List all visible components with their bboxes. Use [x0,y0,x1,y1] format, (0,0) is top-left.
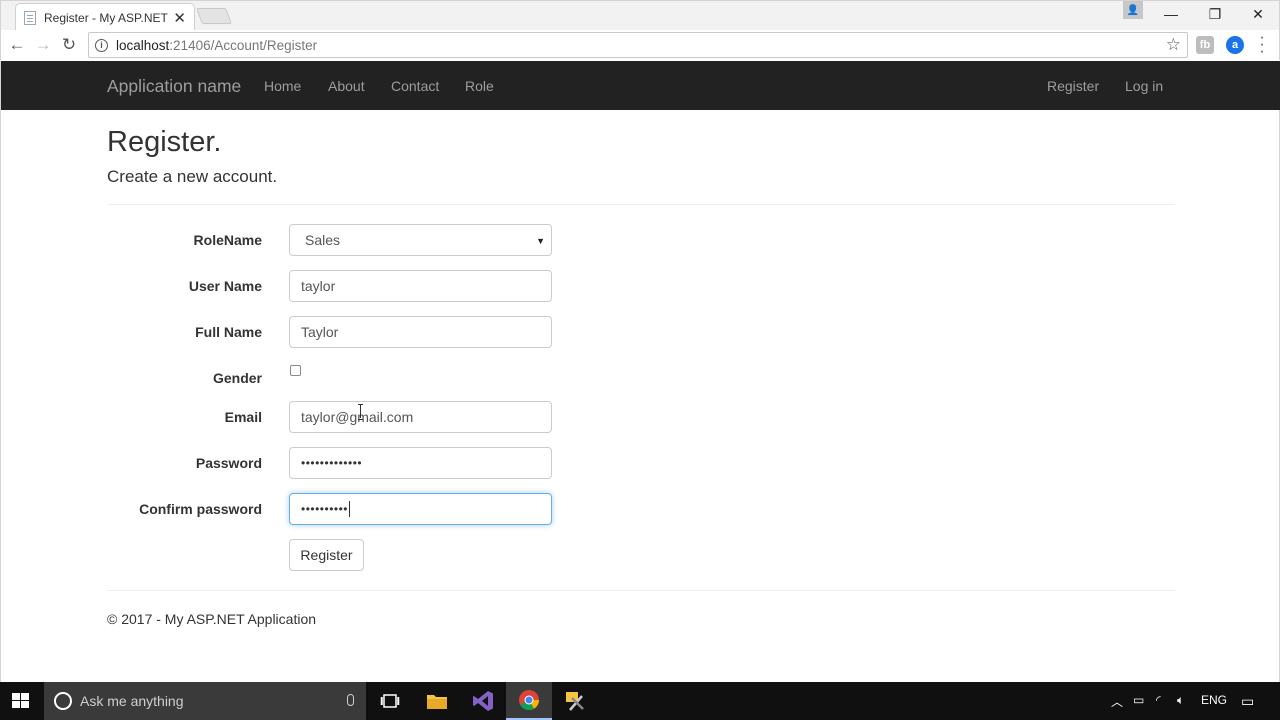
visual-studio-icon[interactable] [460,682,506,720]
restore-button[interactable]: ❐ [1193,1,1237,27]
wifi-icon[interactable]: ◜ [1156,693,1161,707]
extension-a-icon[interactable]: a [1226,36,1244,54]
page-content: Register. Create a new account. RoleName… [0,110,1280,682]
profile-icon[interactable]: 👤 [1123,1,1143,19]
page-favicon-icon [24,10,36,25]
language-indicator[interactable]: ENG [1201,693,1227,707]
username-value: taylor [301,278,336,294]
footer-copyright: © 2017 - My ASP.NET Application [107,611,317,627]
password-input[interactable]: ••••••••••••• [289,447,552,479]
forward-arrow-icon[interactable]: → [32,34,54,56]
fullname-value: Taylor [301,324,339,340]
fullname-label: Full Name [195,324,262,340]
battery-icon[interactable]: ▭ [1133,693,1144,707]
minimize-button[interactable]: — [1149,1,1193,27]
confirm-password-label: Confirm password [139,501,262,517]
file-explorer-icon[interactable] [414,682,460,720]
nav-link-contact[interactable]: Contact [391,78,439,94]
action-center-icon[interactable]: ▭ [1241,693,1254,710]
nav-link-role[interactable]: Role [465,78,494,94]
nav-link-register[interactable]: Register [1047,78,1099,94]
taskbar-search-placeholder: Ask me anything [80,693,184,709]
task-view-icon[interactable] [367,682,413,720]
role-select[interactable]: Sales ▼ [289,224,552,256]
confirm-password-value: •••••••••• [301,502,349,516]
extension-icon[interactable]: fb [1196,36,1214,54]
windows-start-icon[interactable] [12,693,30,709]
back-arrow-icon[interactable]: ← [6,34,28,56]
email-label: Email [224,409,262,425]
cortana-icon [54,692,72,710]
browser-menu-icon[interactable]: · · · [1257,30,1267,60]
confirm-password-input[interactable]: •••••••••• [289,493,552,525]
email-input[interactable]: taylor@gmail.com [289,401,552,433]
gender-label: Gender [212,370,262,386]
fullname-input[interactable]: Taylor [289,316,552,348]
site-navbar: Application name Home About Contact Role… [0,61,1280,110]
taskbar-search-box[interactable]: Ask me anything [44,682,366,720]
chevron-up-icon[interactable]: ︿ [1111,693,1123,710]
url-host: localhost [116,37,170,53]
tools-app-icon[interactable] [552,682,598,720]
text-caret [349,501,351,517]
reload-icon[interactable]: ↻ [58,34,80,56]
role-select-value: Sales [305,232,341,248]
address-bar[interactable]: i localhost:21406/Account/Register ☆ [88,32,1188,58]
nav-link-home[interactable]: Home [264,78,301,94]
close-window-button[interactable]: ✕ [1236,1,1280,27]
chrome-icon[interactable] [506,682,552,720]
header-divider [107,204,1175,205]
username-label: User Name [188,278,262,294]
ibeam-cursor-icon [358,404,363,420]
nav-link-about[interactable]: About [328,78,365,94]
register-button[interactable]: Register [289,539,364,571]
volume-icon[interactable]: 🔈︎ [1177,693,1184,708]
footer-divider [107,590,1175,591]
new-tab-button[interactable] [196,8,232,24]
brand-link[interactable]: Application name [107,76,241,97]
browser-titlebar: Register - My ASP.NET A ✕ 👤 — ❐ ✕ [0,0,1280,31]
url-path: :21406/Account/Register [169,37,318,53]
tab-close-icon[interactable]: ✕ [173,9,186,27]
role-label: RoleName [193,232,262,248]
browser-toolbar: ← → ↻ i localhost:21406/Account/Register… [0,30,1280,60]
browser-tab[interactable]: Register - My ASP.NET A ✕ [15,3,195,31]
info-icon[interactable]: i [95,38,108,52]
username-input[interactable]: taylor [289,270,552,302]
bookmark-star-icon[interactable]: ☆ [1166,35,1181,55]
tab-title: Register - My ASP.NET A [44,10,170,25]
gender-checkbox[interactable] [290,365,301,376]
page-subtitle: Create a new account. [107,167,278,186]
microphone-icon[interactable] [347,694,354,706]
page-title: Register. [107,126,222,158]
password-label: Password [195,455,262,471]
chevron-down-icon: ▼ [536,236,545,246]
password-value: ••••••••••••• [301,456,363,470]
nav-link-login[interactable]: Log in [1125,78,1163,94]
windows-taskbar: Ask me anything ︿ ▭ ◜ 🔈︎ ENG ▭ [0,682,1280,720]
